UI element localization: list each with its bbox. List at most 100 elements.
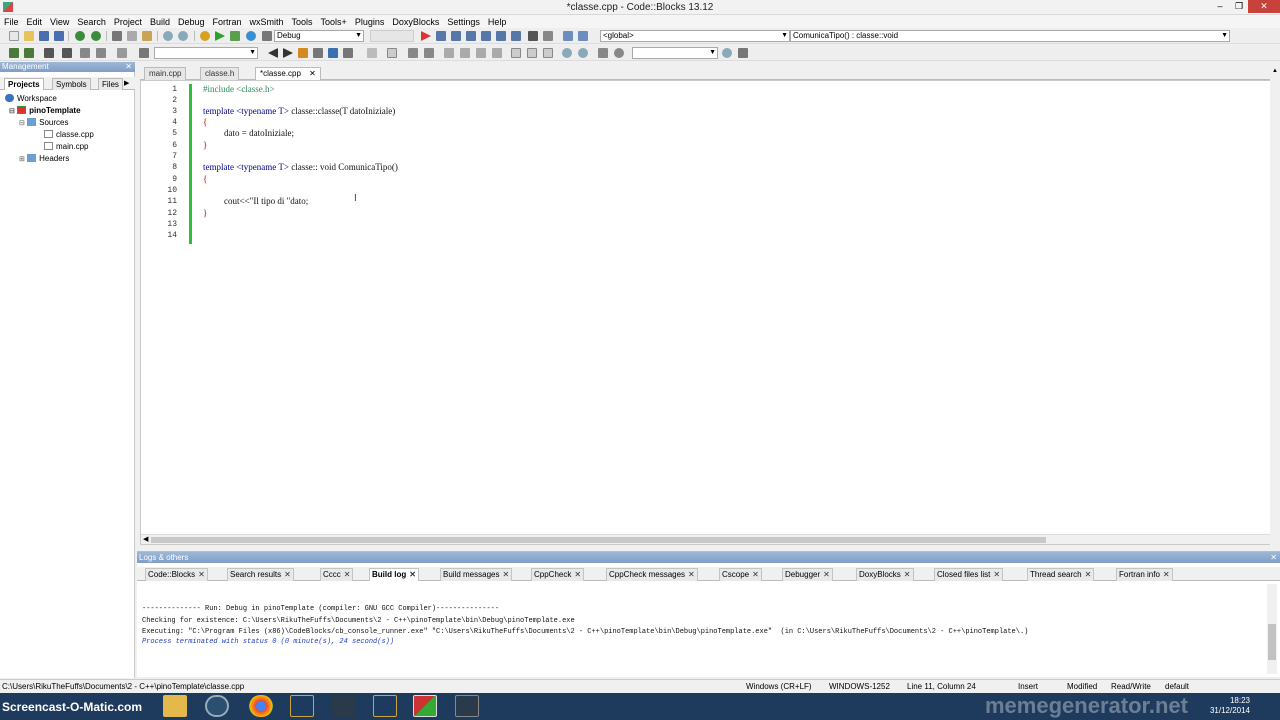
logs-scroll-thumb[interactable] <box>1268 624 1276 660</box>
menu-tools-plus[interactable]: Tools+ <box>321 17 347 27</box>
menu-plugins[interactable]: Plugins <box>355 17 385 27</box>
tree-item-sources[interactable]: ⊟ Sources <box>19 118 68 127</box>
editor-vertical-scrollbar[interactable]: ▲ <box>1270 66 1280 545</box>
step-instruction-icon[interactable] <box>511 31 521 41</box>
panel-2-icon[interactable] <box>460 48 470 58</box>
next-bookmark-icon[interactable] <box>283 48 293 58</box>
settings-wrench-icon[interactable] <box>738 48 748 58</box>
save-icon[interactable] <box>39 31 49 41</box>
regex-icon[interactable] <box>139 48 149 58</box>
box-2-icon[interactable] <box>527 48 537 58</box>
tab-codeblocks-log[interactable]: Code::Blocks ✕ <box>145 568 208 581</box>
panel-1-icon[interactable] <box>444 48 454 58</box>
next-instruction-icon[interactable] <box>496 31 506 41</box>
redo-icon[interactable] <box>91 31 101 41</box>
menu-doxyblocks[interactable]: DoxyBlocks <box>392 17 439 27</box>
find-icon[interactable] <box>163 31 173 41</box>
menu-file[interactable]: File <box>4 17 19 27</box>
cut-icon[interactable] <box>112 31 122 41</box>
function-select[interactable]: ComunicaTipo() : classe::void ▼ <box>790 30 1230 42</box>
replace-icon[interactable] <box>178 31 188 41</box>
tab-cscope[interactable]: Cscope ✕ <box>719 568 762 581</box>
close-tab-icon[interactable]: ✕ <box>284 570 291 579</box>
build-and-run-icon[interactable] <box>230 31 240 41</box>
menu-fortran[interactable]: Fortran <box>212 17 241 27</box>
system-clock[interactable]: 18:23 31/12/2014 <box>1210 696 1250 716</box>
step-out-icon[interactable] <box>481 31 491 41</box>
rebuild-icon[interactable] <box>246 31 256 41</box>
copy-icon[interactable] <box>127 31 137 41</box>
close-tab-icon[interactable]: ✕ <box>1163 570 1170 579</box>
panel-3-icon[interactable] <box>476 48 486 58</box>
menu-settings[interactable]: Settings <box>447 17 480 27</box>
tab-main-cpp[interactable]: main.cpp <box>144 67 187 80</box>
tab-fortran-info[interactable]: Fortran info ✕ <box>1116 568 1173 581</box>
pause-icon[interactable] <box>528 31 538 41</box>
doxy-icon[interactable] <box>367 48 377 58</box>
tab-files[interactable]: Files <box>98 78 123 90</box>
code-editor[interactable]: 1 2 3 4 5 6 7 8 9 10 11 12 13 14 #includ… <box>140 80 1277 545</box>
unity-icon[interactable] <box>332 695 356 717</box>
stream-comment-icon[interactable] <box>96 48 106 58</box>
tab-search-results[interactable]: Search results ✕ <box>227 568 294 581</box>
tree-item-project[interactable]: ⊟ pinoTemplate <box>9 106 81 115</box>
tab-cppcheck-messages[interactable]: CppCheck messages ✕ <box>606 568 698 581</box>
zoom-out-icon[interactable] <box>578 48 588 58</box>
menu-search[interactable]: Search <box>77 17 106 27</box>
tab-symbols[interactable]: Symbols <box>52 78 91 90</box>
next-line-icon[interactable] <box>451 31 461 41</box>
box-1-icon[interactable] <box>511 48 521 58</box>
comment-icon[interactable] <box>44 48 54 58</box>
tab-thread-search[interactable]: Thread search ✕ <box>1027 568 1095 581</box>
league-2-icon[interactable] <box>373 695 397 717</box>
prev-bookmark-icon[interactable] <box>268 48 278 58</box>
tab-projects[interactable]: Projects <box>4 78 44 90</box>
close-icon[interactable]: ✕ <box>125 62 132 72</box>
match-icon[interactable] <box>313 48 323 58</box>
snipping-tool-icon[interactable] <box>455 695 479 717</box>
close-tab-icon[interactable]: ✕ <box>409 570 416 579</box>
tab-classe-cpp[interactable]: *classe.cpp ✕ <box>255 67 321 80</box>
zoom-in-icon[interactable] <box>562 48 572 58</box>
tab-build-messages[interactable]: Build messages ✕ <box>440 568 513 581</box>
tab-cccc[interactable]: Cccc ✕ <box>320 568 354 581</box>
chevron-right-icon[interactable]: ▶ <box>124 79 129 87</box>
save-all-icon[interactable] <box>54 31 64 41</box>
scroll-up-icon[interactable]: ▲ <box>1272 68 1278 74</box>
debug-windows-icon[interactable] <box>563 31 573 41</box>
tab-build-log[interactable]: Build log ✕ <box>369 568 419 581</box>
menu-project[interactable]: Project <box>114 17 142 27</box>
close-tab-icon[interactable]: ✕ <box>752 570 759 579</box>
build-target-select[interactable]: Debug ▼ <box>274 30 364 42</box>
block-icon[interactable] <box>387 48 397 58</box>
close-tab-icon[interactable]: ✕ <box>309 69 316 78</box>
search-text-input[interactable]: ▼ <box>154 47 258 59</box>
tab-debugger[interactable]: Debugger ✕ <box>782 568 833 581</box>
menu-wxsmith[interactable]: wxSmith <box>250 17 284 27</box>
undo-icon[interactable] <box>75 31 85 41</box>
run-icon[interactable] <box>215 31 225 41</box>
file-explorer-icon[interactable] <box>163 695 187 717</box>
close-tab-icon[interactable]: ✕ <box>198 570 205 579</box>
paste-icon[interactable] <box>142 31 152 41</box>
tree-item-headers[interactable]: ⊞ Headers <box>19 154 69 163</box>
logs-vertical-scrollbar[interactable] <box>1267 584 1277 674</box>
debug-info-icon[interactable] <box>578 31 588 41</box>
tree-item-workspace[interactable]: Workspace <box>5 94 57 103</box>
new-file-icon[interactable] <box>9 31 19 41</box>
horizontal-scroll-thumb[interactable] <box>151 537 1046 543</box>
close-tab-icon[interactable]: ✕ <box>688 570 695 579</box>
open-file-icon[interactable] <box>24 31 34 41</box>
symbol-s-icon[interactable] <box>598 48 608 58</box>
tab-closed-files[interactable]: Closed files list ✕ <box>934 568 1004 581</box>
build-gear-icon[interactable] <box>200 31 210 41</box>
refresh-icon[interactable] <box>614 48 624 58</box>
box-3-icon[interactable] <box>543 48 553 58</box>
close-tab-icon[interactable]: ✕ <box>904 570 911 579</box>
expand-icon[interactable]: ⊞ <box>19 156 25 163</box>
close-tab-icon[interactable]: ✕ <box>502 570 509 579</box>
highlight-icon[interactable] <box>117 48 127 58</box>
scope-select[interactable]: <global> ▼ <box>600 30 790 42</box>
search-icon[interactable] <box>722 48 732 58</box>
chrome-icon[interactable] <box>249 695 273 717</box>
